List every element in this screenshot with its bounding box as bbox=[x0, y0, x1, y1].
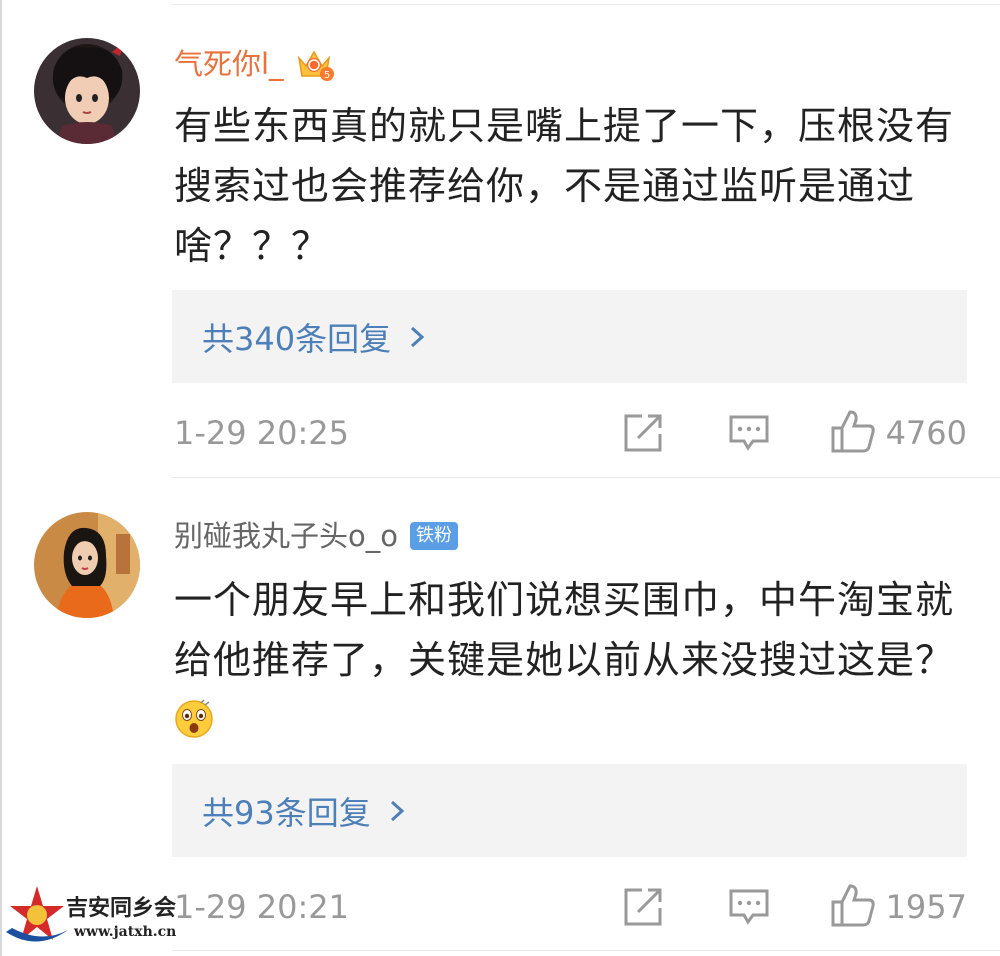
like-count: 4760 bbox=[885, 414, 967, 452]
timestamp: 1-29 20:21 bbox=[174, 888, 350, 926]
chevron-right-icon bbox=[411, 326, 425, 347]
thumbs-up-icon[interactable] bbox=[830, 882, 876, 928]
comment-icon[interactable] bbox=[728, 888, 770, 926]
divider bbox=[172, 950, 1000, 951]
timestamp: 1-29 20:25 bbox=[174, 414, 350, 452]
view-replies-button[interactable]: 共93条回复 bbox=[172, 764, 967, 857]
username-text[interactable]: 气死你l_ bbox=[174, 44, 284, 84]
like-count: 1957 bbox=[885, 888, 967, 926]
watermark-url: www.jatxh.cn bbox=[74, 924, 177, 940]
username-text[interactable]: 别碰我丸子头o_o bbox=[174, 516, 398, 556]
crown-vip-icon: 5 bbox=[297, 50, 334, 81]
fan-badge: 铁粉 bbox=[410, 522, 458, 550]
astonished-face-icon bbox=[175, 699, 213, 738]
comment-actions: 1-29 20:25 4760 bbox=[172, 408, 967, 458]
reply-count-label: 共340条回复 bbox=[202, 319, 392, 358]
share-icon[interactable] bbox=[622, 886, 664, 928]
chevron-right-icon bbox=[390, 800, 404, 821]
comment-text: 有些东西真的就只是嘴上提了一下，压根没有搜索过也会推荐给你，不是通过监听是通过啥… bbox=[174, 104, 955, 268]
divider bbox=[172, 4, 1000, 5]
comment-list: 气死你l_ 5 有些东西真的就只是嘴上提了一下，压根没有搜索过也会推荐给你，不是… bbox=[0, 0, 1000, 956]
comment-text-content: 一个朋友早上和我们说想买围巾，中午淘宝就给他推荐了，关键是她以前从来没搜过这是？ bbox=[174, 578, 955, 682]
avatar[interactable] bbox=[34, 38, 140, 144]
username[interactable]: 气死你l_ 5 bbox=[174, 44, 334, 84]
svg-text:5: 5 bbox=[323, 70, 329, 81]
comment-icon[interactable] bbox=[728, 414, 770, 452]
watermark: 吉安同乡会 www.jatxh.cn bbox=[2, 882, 176, 952]
username[interactable]: 别碰我丸子头o_o 铁粉 bbox=[174, 516, 458, 556]
comment-actions: 1-29 20:21 1957 bbox=[172, 882, 967, 932]
share-icon[interactable] bbox=[622, 412, 664, 454]
avatar[interactable] bbox=[34, 512, 140, 618]
reply-count-label: 共93条回复 bbox=[202, 793, 371, 832]
watermark-title: 吉安同乡会 bbox=[66, 895, 177, 921]
thumbs-up-icon[interactable] bbox=[830, 408, 876, 454]
left-edge bbox=[0, 0, 2, 956]
comment-text: 一个朋友早上和我们说想买围巾，中午淘宝就给他推荐了，关键是她以前从来没搜过这是？ bbox=[174, 570, 974, 750]
watermark-logo bbox=[6, 886, 68, 942]
divider bbox=[172, 477, 1000, 478]
view-replies-button[interactable]: 共340条回复 bbox=[172, 290, 967, 383]
